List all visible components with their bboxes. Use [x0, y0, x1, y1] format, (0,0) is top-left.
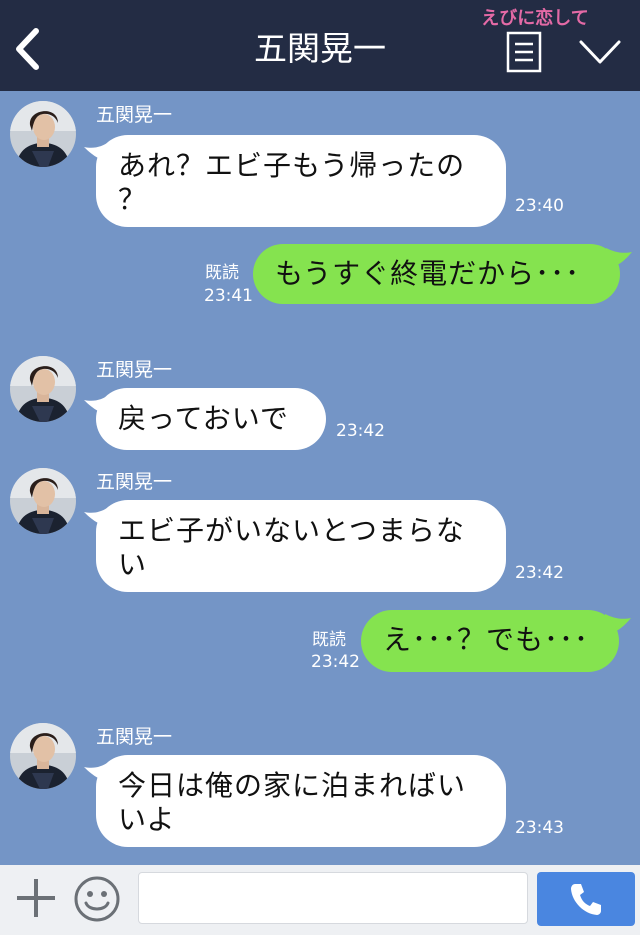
smiley-icon: [74, 876, 120, 922]
message-input[interactable]: [138, 872, 528, 924]
sender-name: 五関晃一: [96, 359, 173, 381]
message-time: 23:40: [515, 196, 564, 216]
sender-name: 五関晃一: [96, 104, 173, 126]
chevron-down-icon: [579, 40, 621, 64]
avatar[interactable]: [10, 356, 76, 422]
read-receipt: 既読: [205, 263, 239, 283]
message-time: 23:43: [515, 818, 564, 838]
back-button[interactable]: [10, 26, 46, 72]
emoji-button[interactable]: [73, 875, 121, 923]
message-bubble[interactable]: あれ？エビ子もう帰ったの？: [96, 135, 506, 227]
message-bubble[interactable]: 戻っておいで: [96, 388, 326, 450]
message-text-line: あれ？エビ子もう帰ったの: [118, 149, 466, 182]
avatar[interactable]: [10, 101, 76, 167]
message-text-line: 戻っておいで: [118, 402, 289, 435]
menu-button[interactable]: [506, 31, 542, 73]
message-bubble[interactable]: もうすぐ終電だから･･･: [253, 244, 620, 304]
input-bar: [0, 865, 640, 935]
menu-icon: [506, 31, 542, 73]
message-text-line: エビ子がいないとつまらな: [118, 514, 465, 547]
message-bubble[interactable]: エビ子がいないとつまらない: [96, 500, 506, 592]
sender-name: 五関晃一: [96, 726, 173, 748]
message-text-line: もうすぐ終電だから･･･: [275, 257, 581, 290]
watermark-text: えびに恋して: [481, 8, 589, 29]
message-time: 23:42: [336, 421, 385, 441]
message-text-line: え･･･？でも･･･: [383, 623, 590, 656]
message-bubble[interactable]: 今日は俺の家に泊まればい いよ: [96, 755, 506, 847]
avatar[interactable]: [10, 468, 76, 534]
message-list[interactable]: 五関晃一 あれ？エビ子もう帰ったの？ 23:40 既読 もうすぐ終電だから･･･ 23:4…: [0, 91, 640, 865]
message-time: 23:42: [311, 652, 360, 672]
chevron-left-icon: [16, 28, 39, 70]
chat-header: 五関晃一 えびに恋して: [0, 0, 640, 91]
phone-icon: [571, 884, 601, 915]
message-time: 23:41: [204, 286, 253, 306]
chat-title: 五関晃一: [254, 29, 386, 68]
message-text-line: ？: [118, 183, 148, 216]
message-bubble[interactable]: え･･･？でも･･･: [361, 610, 619, 672]
message-text-line: い: [118, 548, 148, 581]
collapse-button[interactable]: [577, 32, 623, 72]
message-time: 23:42: [515, 563, 564, 583]
read-receipt: 既読: [312, 630, 346, 650]
plus-icon: [17, 879, 55, 917]
sender-name: 五関晃一: [96, 471, 173, 493]
avatar[interactable]: [10, 723, 76, 789]
call-button[interactable]: [537, 872, 635, 926]
add-button[interactable]: [13, 875, 59, 921]
message-text-line: いよ: [118, 803, 176, 836]
message-text-line: 今日は俺の家に泊まればい: [118, 769, 467, 802]
